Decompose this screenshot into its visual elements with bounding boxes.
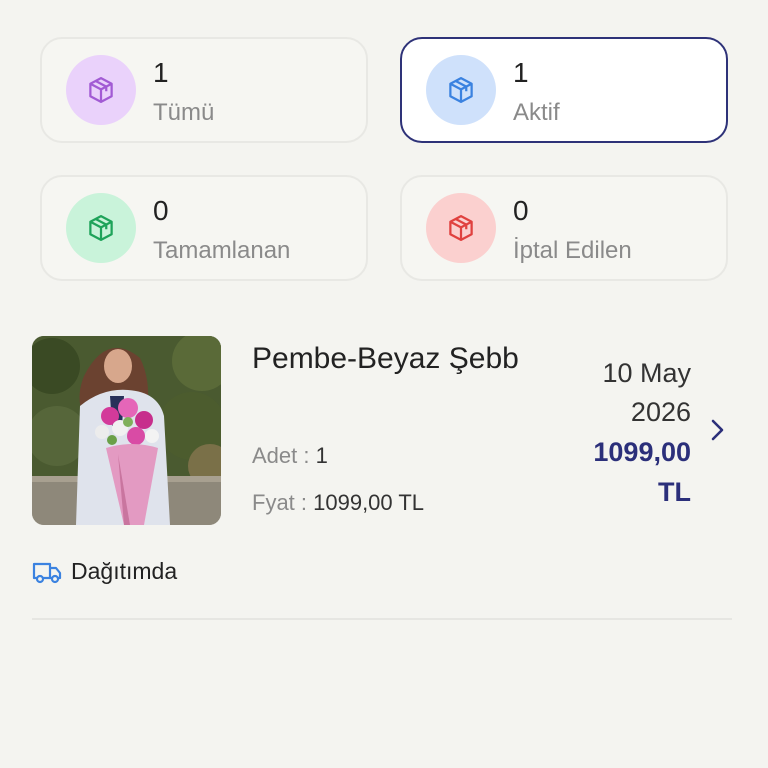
order-total-amount: 1099,00 xyxy=(593,437,691,467)
quantity-label: Adet : xyxy=(252,443,316,468)
stat-label: Tümü xyxy=(153,99,215,126)
quantity-line: Adet : 1 xyxy=(252,443,328,469)
divider xyxy=(32,618,732,620)
unit-price-line: Fyat : 1099,00 TL xyxy=(252,490,424,516)
box-icon xyxy=(66,55,136,125)
order-total: 1099,00 TL xyxy=(561,432,691,512)
stat-count: 0 xyxy=(153,195,169,226)
stat-count: 1 xyxy=(153,57,169,88)
unit-price-value: 1099,00 TL xyxy=(313,490,425,515)
unit-price-label: Fyat : xyxy=(252,490,314,515)
stat-card-all[interactable]: 1 Tümü xyxy=(40,37,368,143)
stat-card-active[interactable]: 1 Aktif xyxy=(400,37,728,143)
box-icon xyxy=(426,55,496,125)
box-icon xyxy=(426,193,496,263)
stat-card-completed[interactable]: 0 Tamamlanan xyxy=(40,175,368,281)
truck-icon xyxy=(32,562,62,583)
product-title: Pembe-Beyaz Şebb xyxy=(252,342,519,375)
quantity-value: 1 xyxy=(315,443,328,468)
order-date: 10 May 2026 xyxy=(561,354,691,432)
stat-label: İptal Edilen xyxy=(513,237,632,264)
stat-label: Tamamlanan xyxy=(153,237,291,264)
order-date-year: 2026 xyxy=(630,397,691,427)
stat-count: 0 xyxy=(513,195,529,226)
stat-label: Aktif xyxy=(513,99,560,126)
order-total-currency: TL xyxy=(658,477,691,507)
chevron-right-icon[interactable] xyxy=(706,416,730,444)
stat-count: 1 xyxy=(513,57,529,88)
box-icon xyxy=(66,193,136,263)
stat-card-cancelled[interactable]: 0 İptal Edilen xyxy=(400,175,728,281)
product-photo xyxy=(32,336,221,525)
order-date-day: 10 May xyxy=(602,358,691,388)
order-status-label: Dağıtımda xyxy=(71,558,178,584)
order-status: Dağıtımda xyxy=(32,558,177,585)
